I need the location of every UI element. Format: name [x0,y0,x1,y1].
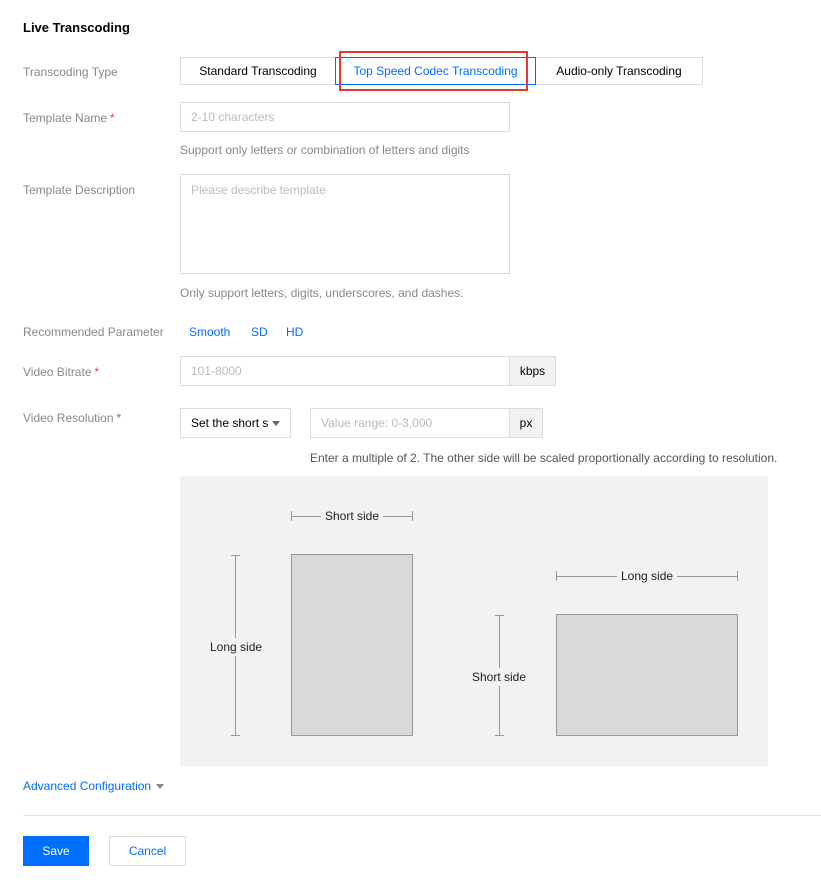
video-bitrate-input[interactable] [180,356,510,386]
template-name-hint: Support only letters or combination of l… [180,143,470,157]
landscape-long-side-tick-right [737,571,738,581]
portrait-short-side-tick-left [291,511,292,521]
video-bitrate-label: Video Bitrate * [23,365,99,379]
footer-divider [23,815,821,816]
landscape-short-side-tick-bottom [495,735,504,736]
template-name-input[interactable] [180,102,510,132]
video-bitrate-label-text: Video Bitrate [23,365,92,379]
recommended-hd-link[interactable]: HD [286,325,303,339]
template-name-label-text: Template Name [23,111,108,125]
resolution-unit: px [509,408,543,438]
transcoding-type-segmented: Standard Transcoding Top Speed Codec Tra… [180,57,703,85]
recommended-smooth-link[interactable]: Smooth [189,325,230,339]
recommended-parameter-label: Recommended Parameter [23,325,164,339]
landscape-short-side-label: Short side [468,668,531,686]
video-resolution-label-text: Video Resolution [23,411,114,425]
cancel-button[interactable]: Cancel [109,836,186,866]
resolution-side-select-value: Set the short s [191,416,269,430]
advanced-configuration-label: Advanced Configuration [23,779,152,793]
template-description-textarea[interactable] [180,174,510,274]
required-mark: * [116,411,122,425]
template-name-label: Template Name * [23,111,115,125]
required-mark: * [94,365,100,379]
video-resolution-hint: Enter a multiple of 2. The other side wi… [310,451,778,465]
landscape-frame [556,614,738,736]
video-bitrate-unit: kbps [509,356,556,386]
transcoding-type-label: Transcoding Type [23,65,118,79]
section-title: Live Transcoding [23,20,130,35]
top-speed-codec-transcoding-button[interactable]: Top Speed Codec Transcoding [335,57,536,85]
audio-only-transcoding-button[interactable]: Audio-only Transcoding [535,57,703,85]
template-description-hint: Only support letters, digits, underscore… [180,286,464,300]
save-button[interactable]: Save [23,836,89,866]
caret-down-icon [272,421,280,426]
landscape-short-side-tick-top [495,615,504,616]
standard-transcoding-button[interactable]: Standard Transcoding [180,57,336,85]
resolution-value-input[interactable] [310,408,510,438]
required-mark: * [110,111,115,125]
portrait-long-side-tick-top [231,555,240,556]
recommended-sd-link[interactable]: SD [251,325,268,339]
portrait-short-side-tick-right [412,511,413,521]
landscape-long-side-label: Long side [617,569,678,583]
portrait-frame [291,554,413,736]
portrait-short-side-label: Short side [321,509,384,523]
template-description-label: Template Description [23,183,136,197]
portrait-long-side-label: Long side [206,638,267,656]
caret-down-icon [156,783,165,789]
landscape-long-side-tick-left [556,571,557,581]
video-resolution-label: Video Resolution * [23,411,121,425]
resolution-diagram: Short side Long side Long side Short sid… [180,476,768,766]
portrait-long-side-tick-bottom [231,735,240,736]
resolution-side-select[interactable]: Set the short s [180,408,291,438]
advanced-configuration-toggle[interactable]: Advanced Configuration [23,779,165,793]
